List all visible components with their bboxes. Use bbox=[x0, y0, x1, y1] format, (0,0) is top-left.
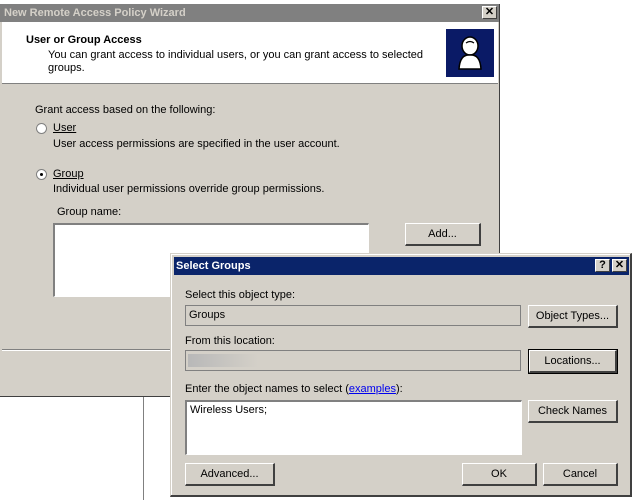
locations-button[interactable]: Locations... bbox=[528, 349, 618, 374]
wizard-header-panel: User or Group Access You can grant acces… bbox=[2, 22, 498, 84]
background-window-edge bbox=[143, 395, 144, 500]
advanced-button[interactable]: Advanced... bbox=[185, 463, 275, 486]
group-option-label[interactable]: Group bbox=[53, 168, 84, 180]
group-option-description: Individual user permissions override gro… bbox=[53, 183, 325, 195]
wizard-user-icon bbox=[446, 29, 494, 77]
wizard-title: New Remote Access Policy Wizard bbox=[4, 7, 186, 19]
page-title: User or Group Access bbox=[26, 34, 142, 46]
object-type-field: Groups bbox=[185, 305, 521, 326]
page-subtitle: You can grant access to individual users… bbox=[48, 49, 424, 74]
dialog-title-bar[interactable]: Select Groups bbox=[174, 257, 629, 275]
object-names-input[interactable]: Wireless Users; bbox=[185, 400, 522, 455]
close-icon: ✕ bbox=[614, 259, 625, 271]
close-icon: ✕ bbox=[484, 6, 495, 18]
location-field bbox=[185, 350, 521, 371]
dialog-title: Select Groups bbox=[176, 260, 251, 272]
object-types-button[interactable]: Object Types... bbox=[528, 305, 618, 328]
user-option-label[interactable]: User bbox=[53, 122, 76, 134]
group-radio[interactable] bbox=[36, 169, 47, 180]
cancel-button[interactable]: Cancel bbox=[543, 463, 618, 486]
object-type-label: Select this object type: bbox=[185, 289, 296, 301]
dialog-help-button[interactable]: ? bbox=[595, 259, 610, 272]
location-label: From this location: bbox=[185, 335, 275, 347]
check-names-button[interactable]: Check Names bbox=[528, 400, 618, 423]
ok-button[interactable]: OK bbox=[462, 463, 537, 486]
user-option-description: User access permissions are specified in… bbox=[53, 138, 340, 150]
help-icon: ? bbox=[599, 259, 606, 271]
wizard-title-bar[interactable]: New Remote Access Policy Wizard bbox=[0, 4, 499, 22]
dialog-close-button[interactable]: ✕ bbox=[612, 259, 627, 272]
object-names-label: Enter the object names to select (exampl… bbox=[185, 383, 403, 395]
user-radio[interactable] bbox=[36, 123, 47, 134]
wizard-close-button[interactable]: ✕ bbox=[482, 6, 497, 19]
group-name-label: Group name: bbox=[57, 206, 122, 218]
examples-link[interactable]: examples bbox=[349, 383, 396, 395]
select-groups-dialog: Select Groups ? ✕ Select this object typ… bbox=[170, 253, 632, 497]
add-button[interactable]: Add... bbox=[405, 223, 481, 246]
redacted-location bbox=[188, 354, 258, 367]
grant-access-label: Grant access based on the following: bbox=[35, 104, 216, 116]
